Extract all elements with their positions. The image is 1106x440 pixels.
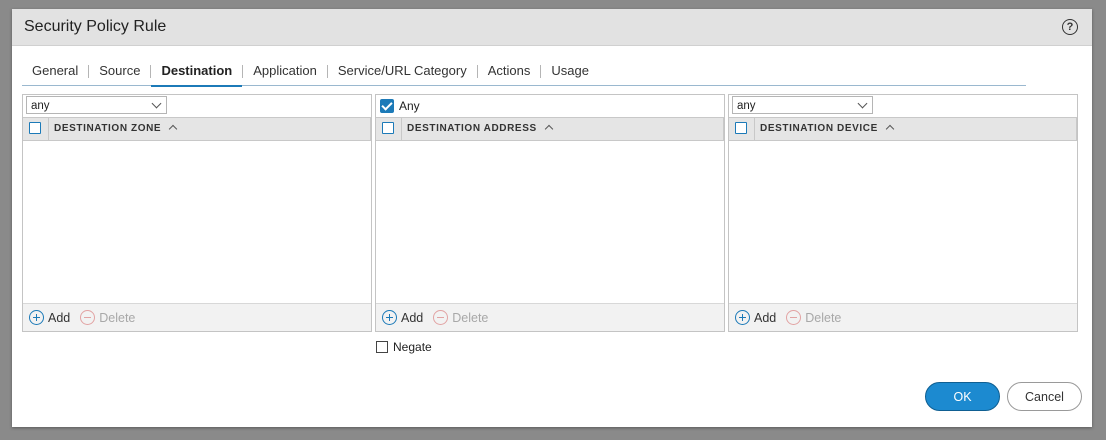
zone-select-value: any: [31, 100, 50, 112]
zone-add-button[interactable]: Add: [29, 310, 70, 325]
device-select-value: any: [737, 100, 756, 112]
negate-option[interactable]: Negate: [376, 340, 432, 354]
destination-address-panel: Any DESTINATION ADDRESS Add Delete: [375, 94, 725, 332]
zone-column-header[interactable]: DESTINATION ZONE: [54, 123, 178, 134]
address-panel-footer: Add Delete: [376, 303, 724, 331]
ok-button[interactable]: OK: [925, 382, 1000, 411]
delete-label: Delete: [805, 310, 842, 325]
sort-asc-icon: [168, 124, 178, 134]
column-divider: [1076, 118, 1077, 140]
destination-zone-panel: any DESTINATION ZONE Add Delete: [22, 94, 372, 332]
tab-destination[interactable]: Destination: [151, 54, 243, 87]
delete-label: Delete: [99, 310, 136, 325]
zone-column-header-label: DESTINATION ZONE: [54, 123, 162, 134]
tab-usage[interactable]: Usage: [541, 54, 599, 85]
tab-application[interactable]: Application: [243, 54, 327, 85]
cancel-button[interactable]: Cancel: [1007, 382, 1082, 411]
tab-actions[interactable]: Actions: [478, 54, 541, 85]
tab-bar: General Source Destination Application S…: [22, 54, 1026, 87]
sort-asc-icon: [885, 124, 895, 134]
tab-general[interactable]: General: [22, 54, 88, 85]
header-checkbox-cell: [729, 118, 755, 140]
address-table-header: DESTINATION ADDRESS: [376, 117, 724, 141]
minus-circle-icon: [433, 310, 449, 325]
sort-asc-icon: [544, 124, 553, 134]
address-column-header-label: DESTINATION ADDRESS: [407, 123, 537, 134]
any-address-label: Any: [399, 98, 420, 113]
dialog-titlebar: Security Policy Rule ?: [12, 9, 1092, 46]
dialog-title: Security Policy Rule: [24, 18, 167, 35]
add-label: Add: [48, 310, 71, 325]
help-icon[interactable]: ?: [1062, 19, 1078, 35]
zone-delete-button[interactable]: Delete: [80, 310, 135, 325]
tab-service-url-category[interactable]: Service/URL Category: [328, 54, 477, 85]
device-column-header[interactable]: DESTINATION DEVICE: [760, 123, 895, 134]
zone-table-header: DESTINATION ZONE: [23, 117, 371, 141]
any-address-checkbox[interactable]: [380, 98, 394, 113]
security-policy-rule-dialog: Security Policy Rule ? General Source De…: [12, 9, 1092, 427]
device-panel-footer: Add Delete: [729, 303, 1077, 331]
select-all-zone-checkbox[interactable]: [29, 122, 41, 134]
header-checkbox-cell: [23, 118, 49, 140]
plus-circle-icon: [735, 310, 750, 325]
minus-circle-icon: [80, 310, 96, 325]
add-label: Add: [754, 310, 777, 325]
device-select[interactable]: any: [732, 96, 873, 114]
destination-device-panel: any DESTINATION DEVICE Add Delete: [728, 94, 1078, 332]
delete-label: Delete: [452, 310, 489, 325]
chevron-down-icon: [857, 98, 868, 109]
device-delete-button[interactable]: Delete: [786, 310, 841, 325]
plus-circle-icon: [29, 310, 44, 325]
address-column-header[interactable]: DESTINATION ADDRESS: [407, 123, 553, 134]
header-checkbox-cell: [376, 118, 402, 140]
tab-source[interactable]: Source: [89, 54, 150, 85]
plus-circle-icon: [382, 310, 397, 325]
zone-select[interactable]: any: [26, 96, 167, 114]
address-delete-button[interactable]: Delete: [433, 310, 488, 325]
select-all-device-checkbox[interactable]: [735, 122, 747, 134]
negate-checkbox[interactable]: [376, 341, 388, 353]
device-column-header-label: DESTINATION DEVICE: [760, 123, 878, 134]
minus-circle-icon: [786, 310, 802, 325]
zone-panel-footer: Add Delete: [23, 303, 371, 331]
device-table-header: DESTINATION DEVICE: [729, 117, 1077, 141]
address-add-button[interactable]: Add: [382, 310, 423, 325]
column-divider: [370, 118, 371, 140]
address-any-row[interactable]: Any: [380, 98, 420, 113]
chevron-down-icon: [151, 98, 162, 109]
negate-label: Negate: [393, 340, 432, 354]
select-all-address-checkbox[interactable]: [382, 122, 394, 134]
device-add-button[interactable]: Add: [735, 310, 776, 325]
add-label: Add: [401, 310, 424, 325]
column-divider: [723, 118, 724, 140]
